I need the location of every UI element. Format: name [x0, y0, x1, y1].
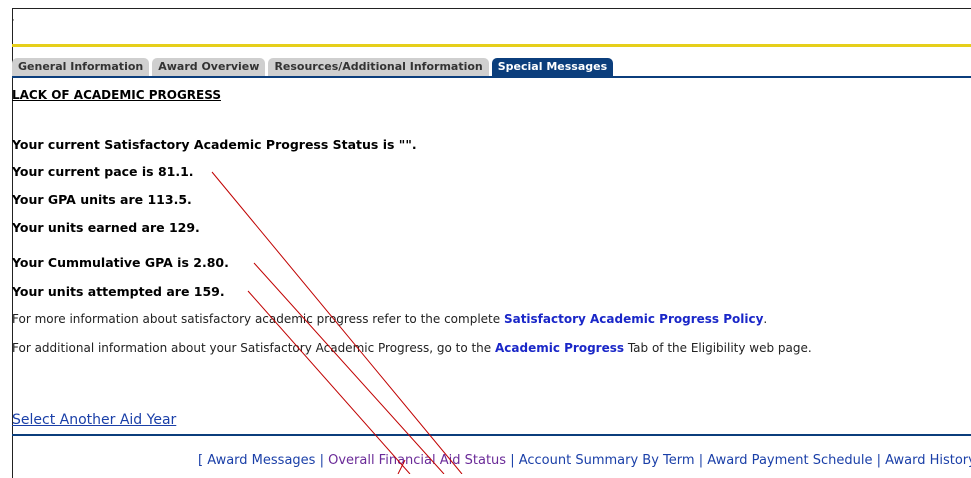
footer-separator: |: [315, 453, 329, 468]
info-eligibility-suffix: Tab of the Eligibility web page.: [624, 341, 812, 355]
select-another-aid-year-link[interactable]: Select Another Aid Year: [12, 412, 176, 428]
section-title: LACK OF ACADEMIC PROGRESS: [12, 88, 221, 102]
sap-status-line: Your current Satisfactory Academic Progr…: [12, 137, 417, 152]
content-frame: [12, 8, 971, 478]
footer-separator: |: [694, 453, 708, 468]
info-eligibility-prefix: For additional information about your Sa…: [12, 341, 495, 355]
cumulative-gpa-line: Your Cummulative GPA is 2.80.: [12, 255, 229, 270]
bottom-divider: [12, 434, 971, 436]
footer-nav: [ Award Messages | Overall Financial Aid…: [198, 453, 971, 468]
footer-award-messages-link[interactable]: Award Messages: [207, 453, 315, 468]
gpa-units-line: Your GPA units are 113.5.: [12, 192, 192, 207]
units-attempted-line: Your units attempted are 159.: [12, 284, 225, 299]
gold-divider: [12, 44, 971, 47]
footer-open-bracket: [: [198, 453, 208, 468]
tab-special-messages[interactable]: Special Messages: [491, 58, 614, 76]
info-policy: For more information about satisfactory …: [12, 312, 767, 326]
footer-award-history-link[interactable]: Award History: [885, 453, 971, 468]
tab-resources-additional-information[interactable]: Resources/Additional Information: [268, 58, 489, 76]
tab-general-information[interactable]: General Information: [12, 58, 150, 76]
footer-separator: |: [872, 453, 886, 468]
info-policy-prefix: For more information about satisfactory …: [12, 312, 504, 326]
tab-underline: [12, 76, 971, 78]
footer-separator: |: [506, 453, 519, 468]
info-eligibility: For additional information about your Sa…: [12, 341, 812, 355]
units-earned-line: Your units earned are 129.: [12, 220, 200, 235]
footer-overall-financial-aid-status-link[interactable]: Overall Financial Aid Status: [328, 453, 506, 468]
info-policy-suffix: .: [763, 312, 768, 326]
sap-policy-link[interactable]: Satisfactory Academic Progress Policy: [504, 312, 763, 326]
footer-account-summary-link[interactable]: Account Summary By Term: [519, 453, 695, 468]
footer-award-payment-schedule-link[interactable]: Award Payment Schedule: [707, 453, 872, 468]
tab-bar: General Information Award Overview Resou…: [12, 58, 616, 76]
academic-progress-link[interactable]: Academic Progress: [495, 341, 624, 355]
corner-mark: ·: [12, 16, 15, 26]
pace-line: Your current pace is 81.1.: [12, 164, 194, 179]
tab-award-overview[interactable]: Award Overview: [152, 58, 266, 76]
